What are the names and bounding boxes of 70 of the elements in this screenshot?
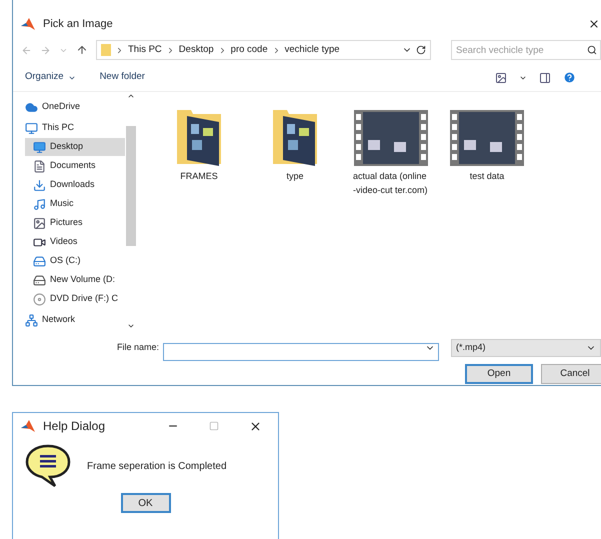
scroll-up-icon[interactable]	[127, 92, 135, 100]
sidebar-item[interactable]: This PC	[25, 119, 125, 137]
folder-icon	[273, 108, 317, 166]
breadcrumb-item[interactable]: vechicle type	[284, 42, 340, 58]
sidebar-item[interactable]: Network	[25, 311, 125, 329]
ok-button[interactable]: OK	[120, 493, 170, 513]
document-icon	[33, 160, 46, 172]
file-name: FRAMES	[179, 170, 219, 183]
network-icon	[25, 314, 38, 326]
file-type-dropdown[interactable]: (*.mp4)	[451, 339, 601, 357]
open-button[interactable]: Open	[465, 364, 533, 384]
breadcrumb-item[interactable]: pro code	[230, 42, 268, 58]
file-item[interactable]: type	[255, 102, 335, 184]
matlab-logo-icon	[21, 420, 35, 432]
download-icon	[33, 178, 46, 192]
file-name: actual data (online-video-cut ter.com)	[353, 170, 429, 197]
scroll-down-icon[interactable]	[127, 322, 135, 330]
view-icon[interactable]	[495, 72, 507, 84]
window-title: Pick an Image	[43, 16, 113, 32]
file-name: test data	[468, 170, 506, 183]
folder-icon	[101, 44, 111, 56]
monitor-icon	[33, 140, 46, 154]
close-icon[interactable]	[249, 420, 262, 432]
sidebar-item[interactable]: Music	[25, 195, 125, 213]
sidebar-item[interactable]: Videos	[25, 233, 125, 251]
disc-icon	[33, 292, 46, 306]
close-icon[interactable]	[588, 18, 600, 30]
refresh-icon[interactable]	[416, 45, 426, 55]
file-name-label: File name:	[117, 341, 160, 354]
monitor-icon	[25, 122, 38, 134]
cloud-icon	[25, 100, 38, 114]
window-title: Help Dialog	[43, 418, 106, 435]
sidebar-item[interactable]: DVD Drive (F:) C	[25, 290, 125, 308]
message-text: Frame seperation is Completed	[87, 460, 227, 474]
scrollbar-thumb[interactable]	[126, 126, 136, 246]
sidebar-item[interactable]: Documents	[25, 157, 125, 175]
film-icon	[33, 236, 46, 248]
help-icon[interactable]	[563, 71, 576, 84]
sidebar-item[interactable]: OneDrive	[25, 98, 125, 116]
video-thumbnail-icon	[354, 110, 428, 166]
search-icon	[587, 45, 597, 55]
matlab-logo-icon	[21, 18, 35, 30]
search-field[interactable]: Search vechicle type	[451, 40, 601, 60]
up-arrow-icon[interactable]	[76, 44, 88, 56]
music-note-icon	[33, 198, 46, 210]
drive-icon	[33, 274, 46, 286]
picture-icon	[33, 216, 46, 230]
new-folder-button[interactable]: New folder	[100, 70, 145, 85]
file-item[interactable]: actual data (online-video-cut ter.com)	[351, 102, 431, 197]
preview-pane-icon[interactable]	[539, 72, 551, 84]
sidebar-item[interactable]: OS (C:)	[25, 252, 125, 270]
file-item[interactable]: test data	[447, 102, 527, 184]
scrollbar[interactable]	[125, 92, 137, 330]
file-name-field[interactable]	[163, 343, 440, 361]
folder-icon	[177, 108, 221, 166]
breadcrumb-item[interactable]: Desktop	[178, 42, 214, 58]
sidebar-item[interactable]: Pictures	[25, 214, 125, 232]
cancel-button[interactable]: Cancel	[541, 364, 601, 384]
video-thumbnail-icon	[450, 110, 524, 166]
address-bar[interactable]: This PC Desktop pro code vechicle type	[96, 40, 431, 60]
sidebar-item[interactable]: Downloads	[25, 176, 125, 194]
drive-icon	[33, 254, 46, 268]
breadcrumb-item[interactable]: This PC	[128, 42, 162, 58]
organize-button[interactable]: Organize	[25, 70, 76, 85]
sidebar-item[interactable]: New Volume (D:	[25, 271, 125, 289]
file-item[interactable]: FRAMES	[159, 102, 239, 184]
file-name: type	[285, 170, 304, 183]
sidebar-item[interactable]: Desktop	[25, 138, 125, 156]
chevron-right-icon	[115, 46, 124, 54]
speech-bubble-icon	[25, 443, 71, 489]
